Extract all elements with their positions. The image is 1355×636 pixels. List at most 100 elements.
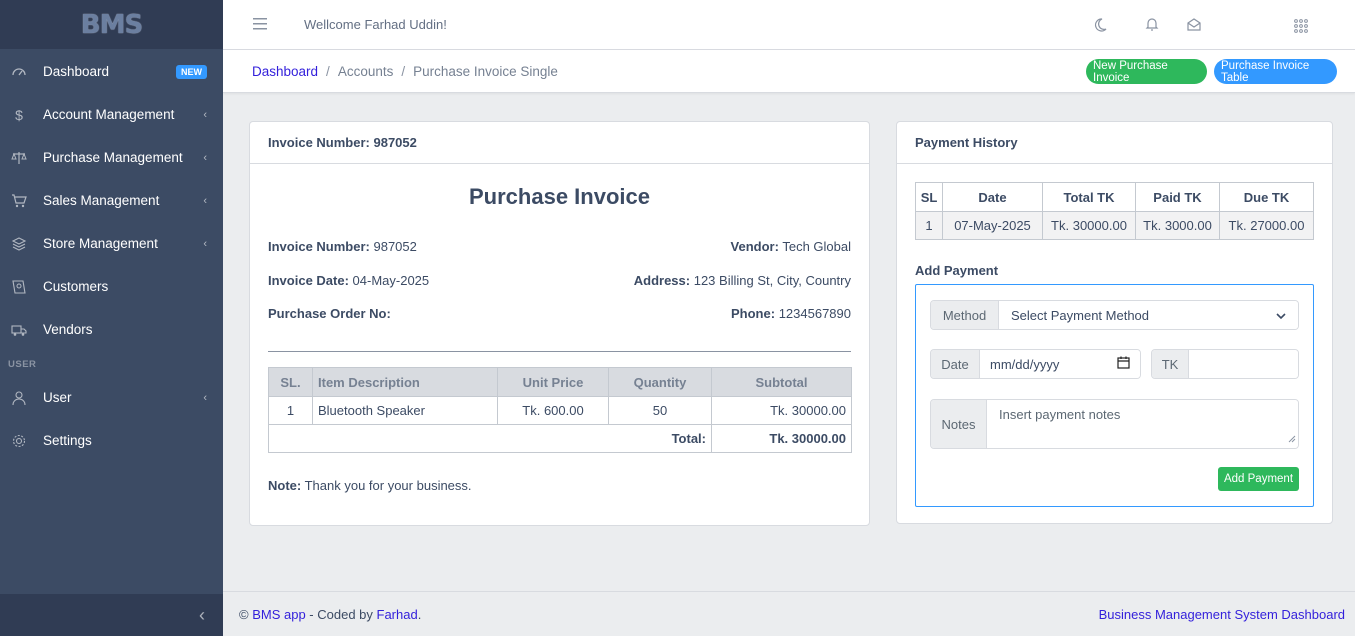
cell-description: Bluetooth Speaker xyxy=(312,396,498,425)
notes-placeholder: Insert payment notes xyxy=(999,407,1121,422)
add-payment-button[interactable]: Add Payment xyxy=(1218,467,1299,491)
speedometer-icon xyxy=(10,63,28,81)
layers-icon xyxy=(10,235,28,253)
purchase-invoice-table-button[interactable]: Purchase Invoice Table xyxy=(1214,59,1337,84)
table-row: 1 Bluetooth Speaker Tk. 600.00 50 Tk. 30… xyxy=(268,396,852,425)
sidebar-nav: Dashboard NEW $ Account Management ‹ Pur… xyxy=(0,49,223,462)
payment-history-card: Payment History SL Date Total TK Paid TK… xyxy=(896,121,1333,524)
invoice-info-row: Purchase Order No: Phone: 1234567890 xyxy=(268,306,851,321)
date-label: Date xyxy=(931,350,980,378)
chevron-left-icon: ‹ xyxy=(203,108,207,121)
resize-handle-icon[interactable] xyxy=(1288,431,1296,446)
sidebar-item-label: Purchase Management xyxy=(43,150,183,165)
sidebar-item-label: Store Management xyxy=(43,236,158,251)
date-input-group: Date mm/dd/yyyy xyxy=(930,349,1141,379)
sidebar-item-purchase-management[interactable]: Purchase Management ‹ xyxy=(0,136,223,179)
invoice-card-header: Invoice Number: 987052 xyxy=(250,122,869,164)
address-field: Address: 123 Billing St, City, Country xyxy=(634,273,851,288)
sidebar-item-account-management[interactable]: $ Account Management ‹ xyxy=(0,93,223,136)
subheader: Dashboard / Accounts / Purchase Invoice … xyxy=(223,50,1355,93)
footer-app-link[interactable]: BMS app xyxy=(252,607,305,622)
chevron-down-icon xyxy=(1276,308,1286,323)
breadcrumb-item-dashboard[interactable]: Dashboard xyxy=(252,64,318,79)
chevron-left-icon: ‹ xyxy=(203,391,207,404)
sidebar-minimizer-button[interactable]: ‹ xyxy=(0,594,223,636)
cell-sl: 1 xyxy=(915,211,943,240)
sidebar-item-store-management[interactable]: Store Management ‹ xyxy=(0,222,223,265)
column-header: Date xyxy=(942,182,1043,212)
sidebar-item-settings[interactable]: Settings xyxy=(0,419,223,462)
divider xyxy=(268,351,851,352)
sidebar-item-dashboard[interactable]: Dashboard NEW xyxy=(0,50,223,93)
sidebar-section-title: USER xyxy=(8,359,37,370)
breadcrumb-separator: / xyxy=(326,63,330,79)
invoice-number-label: Invoice Number: xyxy=(268,239,370,254)
payment-card-header: Payment History xyxy=(897,122,1332,164)
column-header: Item Description xyxy=(312,367,498,397)
envelope-icon[interactable] xyxy=(1184,15,1204,35)
sidebar-item-vendors[interactable]: Vendors xyxy=(0,308,223,351)
apps-grid-icon[interactable] xyxy=(1291,16,1311,36)
chevron-left-icon: ‹ xyxy=(203,237,207,250)
phone-value: 1234567890 xyxy=(778,306,851,321)
tk-label: TK xyxy=(1152,350,1189,378)
vendor-value: Tech Global xyxy=(782,239,851,254)
balance-scale-icon xyxy=(10,149,28,167)
payment-amount-input[interactable] xyxy=(1189,350,1298,378)
sidebar-item-sales-management[interactable]: Sales Management ‹ xyxy=(0,179,223,222)
footer-period: . xyxy=(417,606,422,622)
column-header: Quantity xyxy=(608,367,712,397)
brand-logo[interactable]: BMS xyxy=(81,10,143,40)
copyright-symbol: © xyxy=(239,606,253,622)
sidebar-item-label: Settings xyxy=(43,433,92,448)
column-header: Paid TK xyxy=(1135,182,1220,212)
new-badge: NEW xyxy=(176,64,207,79)
sidebar-item-customers[interactable]: Customers xyxy=(0,265,223,308)
payment-method-select[interactable]: Select Payment Method xyxy=(999,301,1298,329)
column-header: SL xyxy=(915,182,943,212)
payment-date-input[interactable]: mm/dd/yyyy xyxy=(980,350,1140,378)
welcome-message: Wellcome Farhad Uddin! xyxy=(304,17,447,32)
top-header: Wellcome Farhad Uddin! xyxy=(223,0,1355,50)
user-icon xyxy=(10,389,28,407)
sidebar-item-label: Sales Management xyxy=(43,193,160,208)
cell-sl: 1 xyxy=(268,396,313,425)
chevron-left-icon: ‹ xyxy=(199,604,205,625)
add-payment-title: Add Payment xyxy=(915,263,999,278)
footer-left: © BMS app - Coded by Farhad. xyxy=(239,607,421,622)
tk-input-group: TK xyxy=(1151,349,1299,379)
invoice-note: Note: Thank you for your business. xyxy=(268,478,472,493)
bell-icon[interactable] xyxy=(1142,14,1162,34)
cell-date: 07-May-2025 xyxy=(942,211,1043,240)
moon-icon[interactable] xyxy=(1090,15,1110,35)
table-row: 1 07-May-2025 Tk. 30000.00 Tk. 3000.00 T… xyxy=(915,211,1314,240)
breadcrumb: Dashboard / Accounts / Purchase Invoice … xyxy=(252,64,558,79)
invoice-title: Purchase Invoice xyxy=(469,184,650,209)
notes-label: Notes xyxy=(931,400,987,448)
column-header: Total TK xyxy=(1042,182,1136,212)
footer: © BMS app - Coded by Farhad. Business Ma… xyxy=(223,591,1355,636)
calendar-icon[interactable] xyxy=(1117,356,1130,372)
breadcrumb-item-accounts[interactable]: Accounts xyxy=(338,64,394,79)
subheader-actions: New Purchase Invoice Purchase Invoice Ta… xyxy=(1086,59,1337,84)
menu-toggle-icon[interactable] xyxy=(253,14,267,35)
footer-author-link[interactable]: Farhad xyxy=(377,607,418,622)
cell-unit-price: Tk. 600.00 xyxy=(497,396,609,425)
method-input-group: Method Select Payment Method xyxy=(930,300,1299,330)
total-label: Total: xyxy=(268,424,712,453)
date-placeholder: mm/dd/yyyy xyxy=(990,356,1060,372)
payment-notes-textarea[interactable]: Insert payment notes xyxy=(987,400,1298,448)
method-label: Method xyxy=(931,301,999,329)
invoice-info-row: Invoice Date: 04-May-2025 Address: 123 B… xyxy=(268,273,851,288)
address-value: 123 Billing St, City, Country xyxy=(693,273,851,288)
brand[interactable]: BMS xyxy=(0,0,223,49)
column-header: Due TK xyxy=(1219,182,1314,212)
dollar-icon: $ xyxy=(15,106,23,123)
chevron-left-icon: ‹ xyxy=(203,151,207,164)
note-text: Thank you for your business. xyxy=(304,478,472,493)
sidebar-item-label: Dashboard xyxy=(43,64,110,79)
sidebar-item-user[interactable]: User ‹ xyxy=(0,376,223,419)
footer-right-link[interactable]: Business Management System Dashboard xyxy=(1099,607,1345,622)
invoice-number-value: 987052 xyxy=(373,239,417,254)
new-purchase-invoice-button[interactable]: New Purchase Invoice xyxy=(1086,59,1207,84)
